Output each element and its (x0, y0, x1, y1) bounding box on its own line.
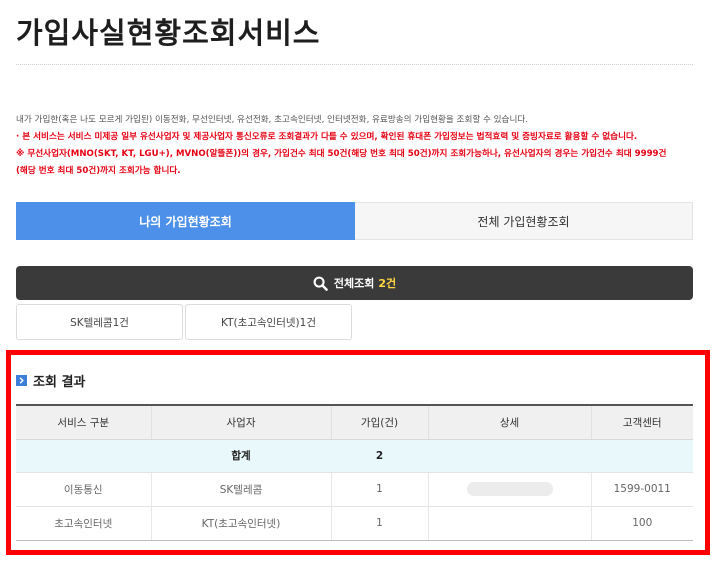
count-cell: 1 (330, 506, 428, 541)
total-blank-cell (591, 439, 693, 473)
customer-center-cell: 100 (590, 506, 693, 541)
chevron-right-icon (16, 375, 27, 386)
search-all-button[interactable]: 전체조회 2건 (16, 266, 693, 300)
filter-chip-kt[interactable]: KT(초고속인터넷)1건 (185, 304, 352, 340)
column-header: 가입(건) (330, 404, 428, 440)
detail-cell (427, 472, 591, 507)
tab-all-subscriptions[interactable]: 전체 가입현황조회 (355, 202, 693, 240)
column-header: 사업자 (150, 404, 331, 440)
column-header: 서비스 구분 (16, 404, 151, 440)
page-title: 가입사실현황조회서비스 (16, 16, 321, 50)
redacted-detail (466, 482, 553, 496)
search-count: 2건 (378, 277, 397, 290)
notice-line: 내가 가입한(혹은 나도 모르게 가입된) 이동전화, 무선인터넷, 유선전화,… (16, 115, 528, 125)
total-value: 2 (331, 439, 428, 473)
column-header: 고객센터 (590, 404, 693, 440)
results-title: 조회 결과 (33, 375, 86, 390)
service-type-cell: 이동통신 (16, 472, 151, 507)
filter-chips: SK텔레콤1건 KT(초고속인터넷)1건 (16, 304, 354, 340)
tab-my-subscriptions[interactable]: 나의 가입현황조회 (16, 202, 355, 240)
notice-block: 내가 가입한(혹은 나도 모르게 가입된) 이동전화, 무선인터넷, 유선전화,… (16, 112, 706, 180)
table-header-row: 서비스 구분 사업자 가입(건) 상세 고객센터 (16, 404, 693, 440)
provider-cell: SK텔레콤 (150, 472, 331, 507)
results-header: 조회 결과 (16, 371, 85, 390)
search-label: 전체조회 (333, 277, 375, 290)
service-type-cell: 초고속인터넷 (16, 506, 151, 541)
search-icon (313, 276, 328, 291)
notice-warning: · 본 서비스는 서비스 미제공 일부 유선사업자 및 제공사업자 통신오류로 … (16, 132, 638, 142)
table-row: 이동통신 SK텔레콤 1 1599-0011 (16, 472, 693, 507)
notice-warning: (해당 번호 최대 50건)까지 조회가능 합니다. (16, 166, 181, 176)
filter-chip-skt[interactable]: SK텔레콤1건 (16, 304, 183, 340)
customer-center-cell: 1599-0011 (590, 472, 693, 507)
count-cell: 1 (330, 472, 428, 507)
tab-bar: 나의 가입현황조회 전체 가입현황조회 (16, 202, 693, 240)
results-table: 서비스 구분 사업자 가입(건) 상세 고객센터 합계 2 이동통신 SK텔레콤… (16, 404, 693, 541)
total-blank-cell (16, 439, 151, 473)
provider-cell: KT(초고속인터넷) (150, 506, 331, 541)
total-row: 합계 2 (16, 439, 693, 473)
table-row: 초고속인터넷 KT(초고속인터넷) 1 100 (16, 506, 693, 541)
title-divider (16, 64, 693, 65)
total-blank-cell (428, 439, 591, 473)
detail-cell (427, 506, 591, 541)
column-header: 상세 (427, 404, 591, 440)
notice-warning: ※ 무선사업자(MNO(SKT, KT, LGU+), MVNO(알뜰폰))의 … (16, 149, 667, 159)
total-label: 합계 (151, 439, 331, 473)
